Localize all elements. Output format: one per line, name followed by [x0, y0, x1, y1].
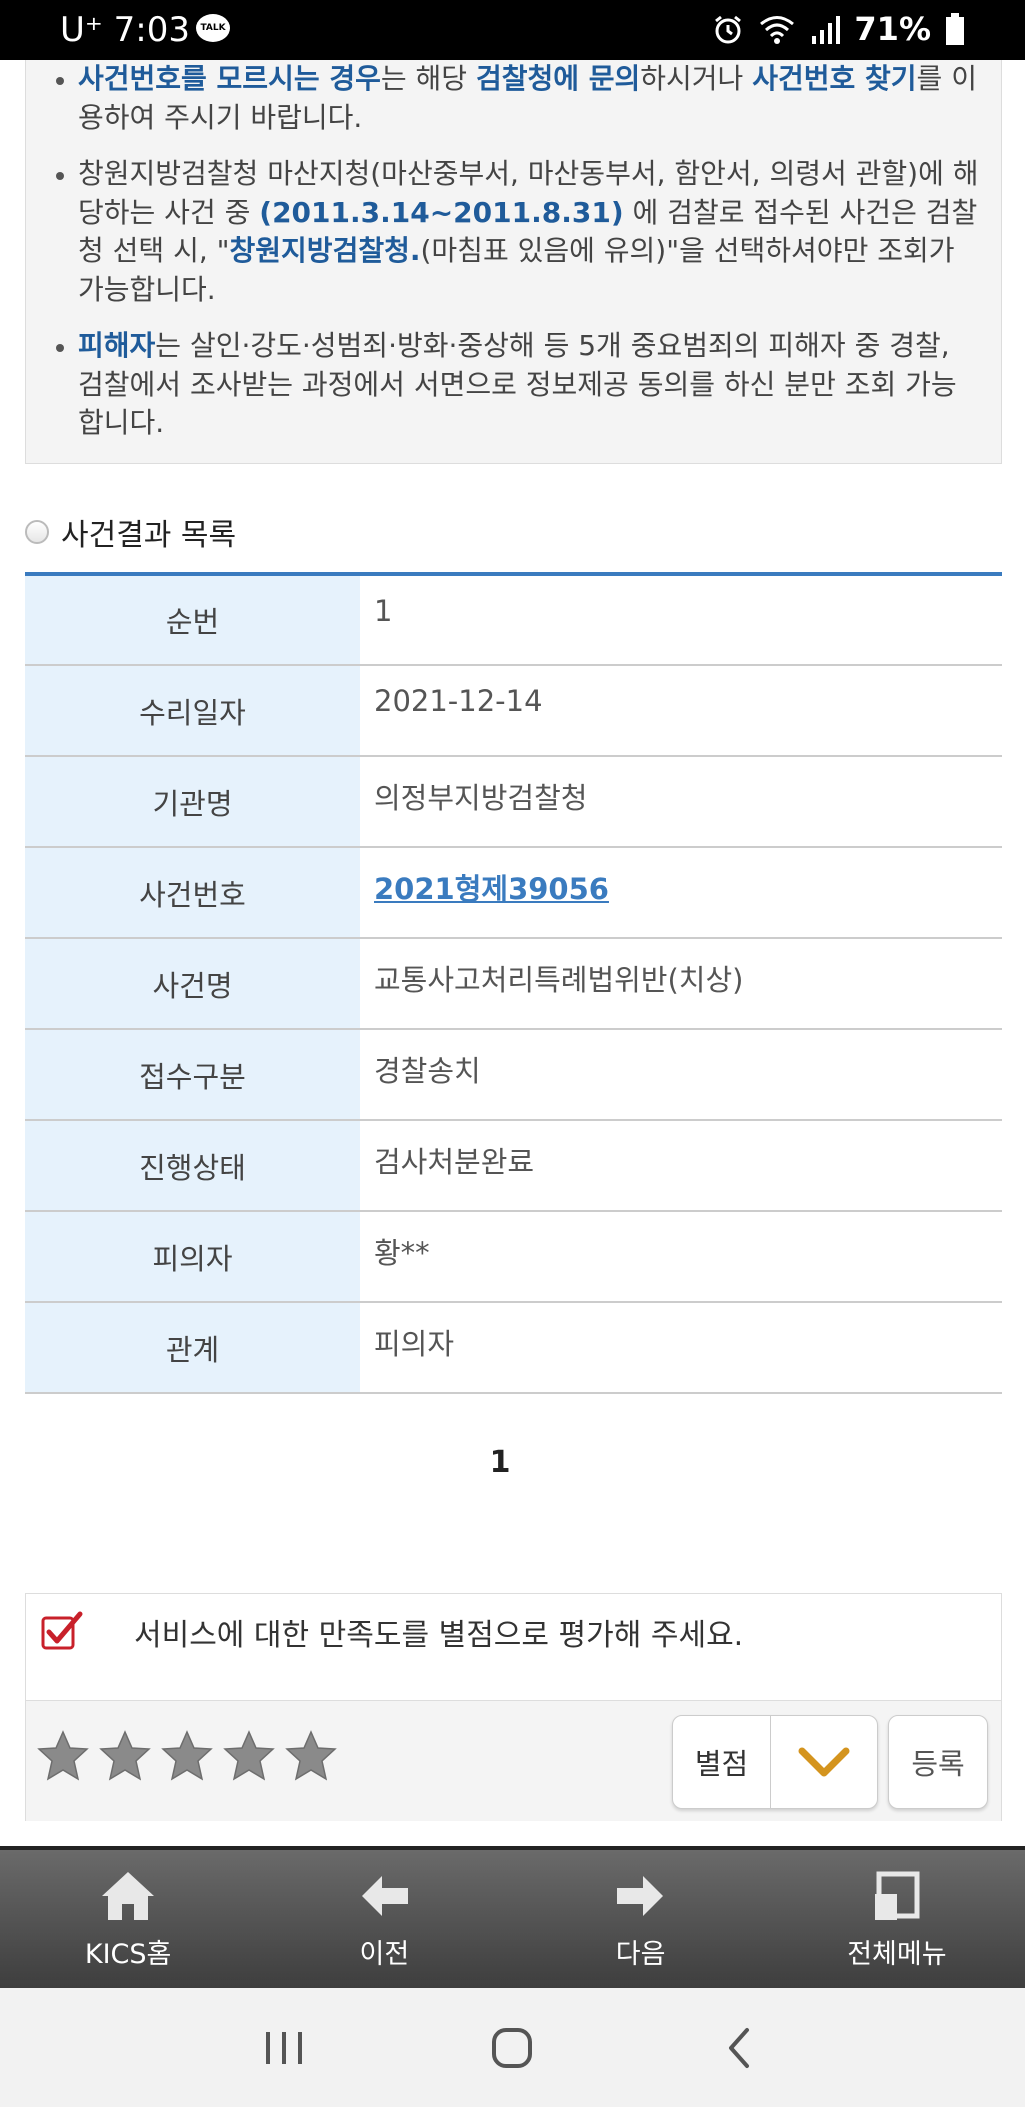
row-value-cell: 2021형제39056	[360, 847, 1002, 938]
rating-header: 서비스에 대한 만족도를 별점으로 평가해 주세요.	[26, 1594, 1001, 1701]
section-title: 사건결과 목록	[25, 510, 236, 554]
star-icon[interactable]	[98, 1729, 152, 1783]
row-value: 피의자	[360, 1302, 1002, 1393]
notice-text: 는 해당	[380, 62, 476, 95]
row-value: 검사처분완료	[360, 1120, 1002, 1211]
star-icon[interactable]	[284, 1729, 338, 1783]
battery-percent: 71%	[854, 10, 931, 48]
row-label: 피의자	[25, 1211, 360, 1302]
star-rating	[36, 1729, 338, 1783]
notice-highlight: 창원지방검찰청.	[229, 234, 421, 267]
nav-kics-home[interactable]: KICS홈	[0, 1850, 256, 1988]
table-row: 피의자 황**	[25, 1211, 1002, 1302]
wifi-icon	[760, 16, 795, 44]
notice-text: 하시거나	[640, 62, 753, 95]
signal-icon	[812, 16, 841, 44]
nav-prev-label: 이전	[359, 1938, 410, 1970]
nav-full-menu[interactable]: 전체메뉴	[769, 1850, 1025, 1988]
nav-next[interactable]: 다음	[513, 1850, 769, 1988]
star-icon[interactable]	[36, 1729, 90, 1783]
rating-question: 서비스에 대한 만족도를 별점으로 평가해 주세요.	[134, 1618, 744, 1653]
recent-apps-icon[interactable]	[260, 2024, 308, 2072]
star-icon[interactable]	[222, 1729, 276, 1783]
row-value: 황**	[360, 1211, 1002, 1302]
case-result-table: 순번 1 수리일자 2021-12-14 기관명 의정부지방검찰청 사건번호 2…	[25, 572, 1002, 1394]
row-label: 관계	[25, 1302, 360, 1393]
kakaotalk-icon: TALK	[196, 14, 230, 42]
row-value: 의정부지방검찰청	[360, 756, 1002, 847]
register-rating-button[interactable]: 등록	[888, 1715, 988, 1809]
bullet-icon	[25, 520, 49, 544]
row-label: 사건번호	[25, 847, 360, 938]
row-value: 경찰송치	[360, 1029, 1002, 1120]
nav-next-label: 다음	[615, 1938, 666, 1970]
alarm-icon	[715, 15, 742, 44]
battery-icon	[946, 13, 964, 45]
checkbox-checked-icon	[41, 1611, 83, 1650]
notice-text: 는 살인·강도·성범죄·방화·중상해 등 5개 중요범죄의 피해자 중 경찰, …	[78, 329, 957, 439]
row-label: 진행상태	[25, 1120, 360, 1211]
pagination: 1	[0, 1445, 1000, 1480]
chevron-down-icon	[798, 1747, 850, 1777]
back-icon[interactable]	[717, 2024, 765, 2072]
system-nav-bar	[0, 1988, 1025, 2107]
table-row: 사건명 교통사고처리특례법위반(치상)	[25, 938, 1002, 1029]
status-bar: U⁺ 7:03 TALK 71%	[0, 0, 1025, 60]
arrow-left-icon	[362, 1875, 409, 1916]
home-button-icon[interactable]	[488, 2024, 536, 2072]
app-bottom-nav: KICS홈 이전 다음 전체메뉴	[0, 1846, 1025, 1988]
case-number-link[interactable]: 2021형제39056	[374, 872, 609, 906]
notice-highlight: 피해자	[78, 329, 156, 362]
notice-item-changwon: 창원지방검찰청 마산지청(마산중부서, 마산동부서, 함안서, 의령서 관할)에…	[56, 155, 981, 309]
rating-controls: 별점 등록	[26, 1701, 1001, 1821]
table-row: 관계 피의자	[25, 1302, 1002, 1393]
arrow-right-icon	[616, 1875, 663, 1916]
row-label: 접수구분	[25, 1029, 360, 1120]
row-value: 교통사고처리특례법위반(치상)	[360, 938, 1002, 1029]
row-label: 사건명	[25, 938, 360, 1029]
satisfaction-rating: 서비스에 대한 만족도를 별점으로 평가해 주세요. 별점 등록	[25, 1593, 1002, 1821]
table-row: 사건번호 2021형제39056	[25, 847, 1002, 938]
notice-box: 사건번호를 모르시는 경우는 해당 검찰청에 문의하시거나 사건번호 찾기를 이…	[25, 60, 1002, 464]
table-row: 수리일자 2021-12-14	[25, 665, 1002, 756]
nav-home-label: KICS홈	[84, 1938, 172, 1970]
row-value: 2021-12-14	[360, 665, 1002, 756]
notice-item-case-number: 사건번호를 모르시는 경우는 해당 검찰청에 문의하시거나 사건번호 찾기를 이…	[56, 60, 981, 137]
notice-item-victim: 피해자는 살인·강도·성범죄·방화·중상해 등 5개 중요범죄의 피해자 중 경…	[56, 327, 981, 443]
row-label: 수리일자	[25, 665, 360, 756]
row-label: 순번	[25, 574, 360, 665]
score-dropdown-toggle[interactable]	[771, 1716, 877, 1808]
full-menu-icon	[874, 1871, 920, 1920]
section-title-text: 사건결과 목록	[61, 518, 237, 553]
row-value: 1	[360, 574, 1002, 665]
nav-menu-label: 전체메뉴	[847, 1938, 947, 1970]
home-icon	[102, 1871, 155, 1920]
score-dropdown[interactable]: 별점	[672, 1715, 878, 1809]
find-case-number-link[interactable]: 사건번호 찾기	[752, 62, 916, 95]
table-row: 순번 1	[25, 574, 1002, 665]
carrier-time: U⁺ 7:03	[60, 10, 190, 50]
star-icon[interactable]	[160, 1729, 214, 1783]
notice-highlight: (2011.3.14~2011.8.31)	[259, 195, 624, 229]
nav-prev[interactable]: 이전	[256, 1850, 512, 1988]
score-dropdown-label: 별점	[673, 1716, 771, 1808]
status-icons: 71%	[712, 10, 965, 48]
page-number-current[interactable]: 1	[490, 1445, 511, 1480]
notice-highlight: 사건번호를 모르시는 경우	[78, 62, 381, 95]
row-label: 기관명	[25, 756, 360, 847]
table-row: 진행상태 검사처분완료	[25, 1120, 1002, 1211]
contact-prosecutor-link[interactable]: 검찰청에 문의	[476, 62, 640, 95]
table-row: 접수구분 경찰송치	[25, 1029, 1002, 1120]
table-row: 기관명 의정부지방검찰청	[25, 756, 1002, 847]
